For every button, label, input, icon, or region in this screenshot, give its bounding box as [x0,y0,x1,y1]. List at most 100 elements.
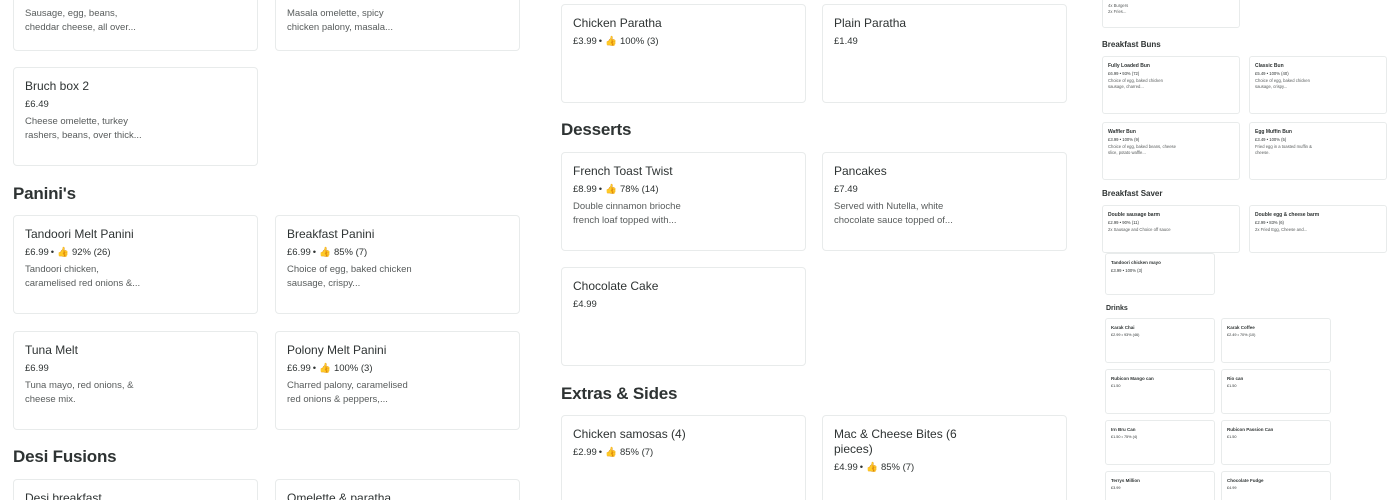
section-heading-drinks: Drinks [1106,305,1128,312]
item-description: Double cinnamon brioche french loaf topp… [573,201,681,226]
menu-item-fully-loaded-bun[interactable]: Fully Loaded Bun £6.99 • 93% (72) Choice… [1102,56,1240,114]
menu-item-breakfast-panini[interactable]: Breakfast Panini £6.99 • 👍 85% (7) Choice o… [275,215,520,314]
item-meta: £1.50 [1227,435,1237,439]
item-meta: £3.99 [1111,486,1121,490]
item-name: Double egg & cheese barm [1255,212,1320,218]
item-meta: £2.99 • 👍 85% (7) [573,447,654,458]
menu-item-tandoori-melt-panini[interactable]: Tandoori Melt Panini £6.99 • 👍 92% (26) Tan… [13,215,258,314]
menu-item-tandoori-chicken-mayo[interactable]: Tandoori chicken mayo £3.99 • 100% (3) [1105,253,1215,295]
item-description: 2x Sausage and Choice off sauce [1108,227,1171,232]
item-meta: £1.50 [1227,384,1237,388]
item-name: Polony Melt Panini [287,343,387,357]
menu-item-rubicon-mango-can[interactable]: Rubicon Mango can £1.50 [1105,369,1215,414]
item-name: Chicken Paratha [573,16,662,30]
menu-item-rio-can[interactable]: Rio can £1.50 [1221,369,1331,414]
item-meta: £6.99 • 👍 92% (26) [25,247,111,258]
menu-item-pancakes[interactable]: Pancakes £7.49 Served with Nutella, whit… [822,152,1067,251]
menu-item-card[interactable]: Sausage, egg, beans, cheddar cheese, all… [13,0,258,51]
item-name: Omelette & paratha [287,491,392,500]
item-price: £6.49 [25,99,49,110]
item-name: Rio can [1227,376,1244,381]
menu-item-waffler-bun[interactable]: Waffler Bun £3.99 • 100% (9) Choice of e… [1102,122,1240,180]
menu-item-bruch-box-2[interactable]: Bruch box 2 £6.49 Cheese omelette, turke… [13,67,258,166]
menu-item-chicken-samosas[interactable]: Chicken samosas (4) £2.99 • 👍 85% (7) [561,415,806,500]
menu-item-desi-breakfast[interactable]: Desi breakfast [13,479,258,500]
menu-item-card[interactable]: Masala omelette, spicy chicken palony, m… [275,0,520,51]
menu-item-omelette-paratha[interactable]: Omelette & paratha [275,479,520,500]
item-description: Choice of egg, baked chicken sausage, ch… [1108,78,1163,89]
thumbs-up-icon: 👍 [57,247,69,258]
thumbs-up-icon: 👍 [605,184,617,195]
menu-item-french-toast-twist[interactable]: French Toast Twist £8.99 • 👍 78% (14) Doubl… [561,152,806,251]
item-meta: £1.50 • 75% (4) [1111,435,1138,439]
menu-item-rubicon-passion-can[interactable]: Rubicon Passion Can £1.50 [1221,420,1331,465]
menu-item-irn-bru-can[interactable]: Irn Bru Can £1.50 • 75% (4) [1105,420,1215,465]
item-description: Served with Nutella, white chocolate sau… [834,201,953,226]
item-description: Fried egg in a toasted muffin & cheese. [1255,144,1312,155]
item-meta: £3.99 • 100% (9) [1108,137,1140,142]
item-meta: £8.99 • 👍 78% (14) [573,184,659,195]
item-meta: £3.49 • 100% (5) [1255,137,1287,142]
menu-item-polony-melt-panini[interactable]: Polony Melt Panini £6.99 • 👍 100% (3) Charr… [275,331,520,430]
item-meta: £1.50 [1111,384,1121,388]
item-name: Pancakes [834,164,887,178]
menu-item-chocolate-fudge[interactable]: Chocolate Fudge £4.99 [1221,471,1331,500]
item-description: Masala omelette, spicy chicken palony, m… [287,8,393,33]
item-name: Karak Chai [1111,325,1135,330]
item-name: Chicken samosas (4) [573,427,686,441]
item-description: Cheese omelette, turkey rashers, beans, … [25,116,142,141]
thumbs-up-icon: 👍 [605,36,617,47]
item-meta: £4.99 [1227,486,1237,490]
menu-item-plain-paratha[interactable]: Plain Paratha £1.49 [822,4,1067,103]
section-heading-extras-sides: Extras & Sides [561,384,678,403]
menu-item-terrys-million[interactable]: Terrys Million £3.99 [1105,471,1215,500]
item-name: Chocolate Fudge [1227,478,1264,483]
item-name: Terrys Million [1111,478,1140,483]
item-price: £7.49 [834,184,858,195]
item-name: Chocolate Cake [573,279,659,293]
menu-item-chicken-paratha[interactable]: Chicken Paratha £3.99 • 👍 100% (3) [561,4,806,103]
item-meta: £2.99 • 90% (11) [1108,220,1139,225]
menu-item-egg-muffin-bun[interactable]: Egg Muffin Bun £3.49 • 100% (5) Fried eg… [1249,122,1387,180]
item-meta: £2.99 • 93% (46) [1111,333,1140,337]
item-meta: £2.49 • 70% (10) [1227,333,1256,337]
item-description: Sausage, egg, beans, cheddar cheese, all… [25,8,136,33]
menu-item-classic-bun[interactable]: Classic Bun £5.49 • 100% (40) Choice of … [1249,56,1387,114]
item-description: Tandoori chicken, caramelised red onions… [25,264,141,289]
item-name: Plain Paratha [834,16,907,30]
item-name: Classic Bun [1255,63,1284,69]
item-name: Tandoori Melt Panini [25,227,134,241]
item-name: Irn Bru Can [1111,427,1136,432]
menu-item-card[interactable]: 4x Burgers 2x Fries... [1102,0,1240,28]
item-meta: £6.99 • 👍 100% (3) [287,363,373,374]
menu-item-tuna-melt[interactable]: Tuna Melt £6.99 Tuna mayo, red onions, &… [13,331,258,430]
item-meta: £6.99 • 93% (72) [1108,71,1140,76]
menu-item-karak-coffee[interactable]: Karak Coffee £2.49 • 70% (10) [1221,318,1331,363]
item-name: Egg Muffin Bun [1255,129,1292,135]
item-description: Choice of egg, baked chicken sausage, cr… [1255,78,1310,89]
section-heading-breakfast-saver: Breakfast Saver [1102,189,1163,198]
item-description: 2x Fried Egg, Cheese and... [1255,227,1308,232]
item-name: Rubicon Passion Can [1227,427,1274,432]
item-meta: £3.99 • 100% (3) [1111,268,1143,273]
thumbs-up-icon: 👍 [319,247,331,258]
menu-item-karak-chai[interactable]: Karak Chai £2.99 • 93% (46) [1105,318,1215,363]
section-heading-desi-fusions: Desi Fusions [13,447,117,466]
item-price: £4.99 [573,299,597,310]
menu-item-double-egg-cheese-barm[interactable]: Double egg & cheese barm £2.99 • 83% (6)… [1249,205,1387,253]
section-heading-breakfast-buns: Breakfast Buns [1102,40,1161,49]
menu-item-double-sausage-barm[interactable]: Double sausage barm £2.99 • 90% (11) 2x … [1102,205,1240,253]
menu-item-mac-cheese-bites[interactable]: Mac & Cheese Bites (6 pieces) £4.99 • 👍 85%… [822,415,1067,500]
item-description: Choice of egg, baked beans, cheese slice… [1108,144,1176,155]
item-name: Karak Coffee [1227,325,1255,330]
item-name: Bruch box 2 [25,79,90,93]
item-name: Waffler Bun [1108,129,1136,135]
item-name: Mac & Cheese Bites (6 pieces) [834,427,957,456]
thumbs-up-icon: 👍 [319,363,331,374]
item-name: French Toast Twist [573,164,673,178]
item-description: 2x Fries... [1108,8,1127,14]
item-name: Double sausage barm [1108,212,1160,218]
item-meta: £3.99 • 👍 100% (3) [573,36,659,47]
item-price: £1.49 [834,36,858,47]
menu-item-chocolate-cake[interactable]: Chocolate Cake £4.99 [561,267,806,366]
